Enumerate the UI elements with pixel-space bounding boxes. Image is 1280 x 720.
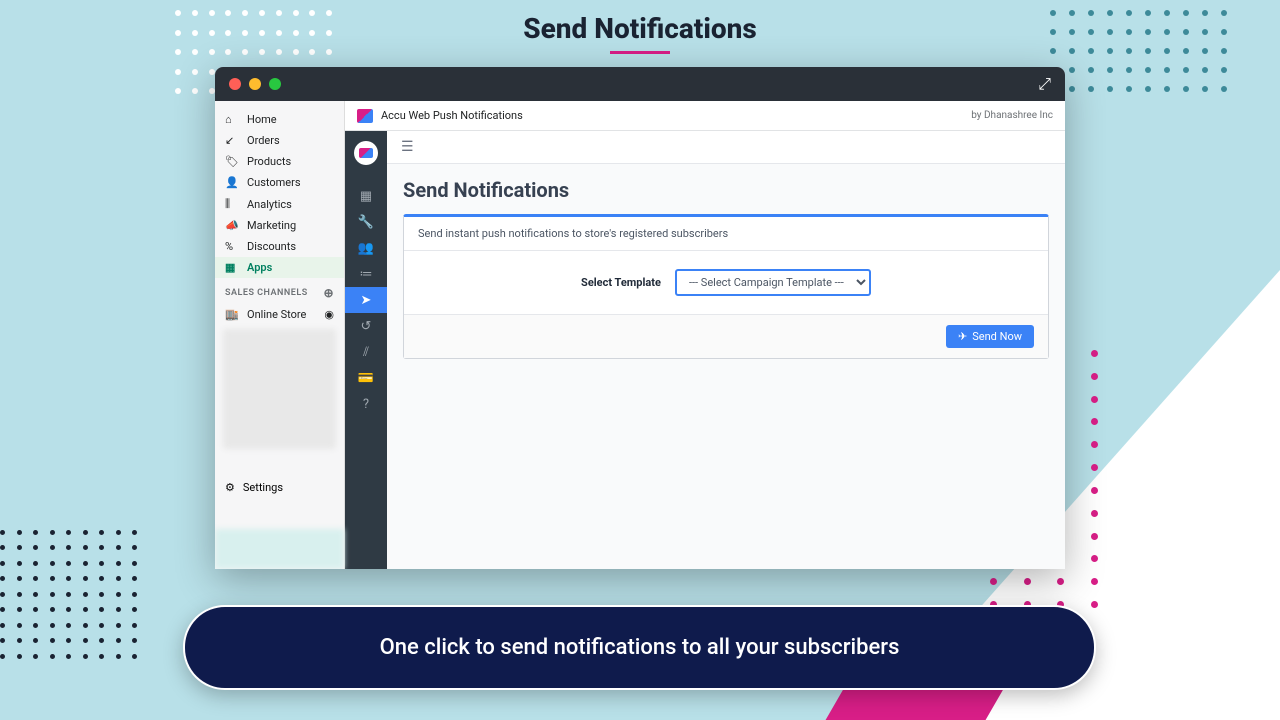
blurred-apps-list [223, 329, 336, 449]
window-close-button[interactable] [229, 78, 241, 90]
nav-orders[interactable]: ↙ Orders [215, 130, 344, 151]
content-pane: ☰ Send Notifications Send instant push n… [387, 131, 1065, 569]
notification-card: Send instant push notifications to store… [403, 214, 1049, 359]
sales-channels-header: SALES CHANNELS ⊕ [215, 278, 344, 304]
blurred-footer [215, 529, 344, 569]
nav-label: Home [247, 113, 277, 126]
sidebar-users-icon[interactable]: 👥 [345, 235, 387, 261]
sidebar-logo [354, 141, 378, 165]
nav-label: Products [247, 155, 291, 168]
window-titlebar: ⤢ [215, 67, 1065, 101]
sidebar-card-icon[interactable]: 💳 [345, 365, 387, 391]
expand-icon[interactable]: ⤢ [1038, 74, 1051, 94]
nav-marketing[interactable]: 📣 Marketing [215, 215, 344, 236]
gear-icon: ⚙ [225, 481, 235, 494]
app-header: Accu Web Push Notifications by Dhanashre… [345, 101, 1065, 131]
sidebar-history-icon[interactable]: ↺ [345, 313, 387, 339]
nav-discounts[interactable]: % Discounts [215, 236, 344, 257]
sidebar-dashboard-icon[interactable]: ▦ [345, 183, 387, 209]
nav-label: Discounts [247, 240, 296, 253]
paper-plane-icon: ✈ [958, 330, 967, 343]
nav-label: Settings [243, 481, 283, 494]
app-title: Accu Web Push Notifications [381, 109, 523, 122]
orders-icon: ↙ [225, 134, 239, 147]
card-description: Send instant push notifications to store… [404, 217, 1048, 251]
nav-home[interactable]: ⌂ Home [215, 109, 344, 130]
sidebar-list-icon[interactable]: ≔ [345, 261, 387, 287]
store-icon: 🏬 [225, 308, 239, 321]
hamburger-menu-button[interactable]: ☰ [387, 131, 1065, 164]
tag-icon: 🏷 [225, 155, 239, 168]
sidebar-wrench-icon[interactable]: 🔧 [345, 209, 387, 235]
window-minimize-button[interactable] [249, 78, 261, 90]
template-label: Select Template [581, 276, 661, 289]
grid-icon: ▦ [225, 261, 239, 274]
promo-banner: One click to send notifications to all y… [183, 605, 1096, 690]
shopify-sidebar: ⌂ Home ↙ Orders 🏷 Products 👤 Customers ⫼ Anal… [215, 101, 345, 569]
nav-analytics[interactable]: ⫼ Analytics [215, 193, 344, 215]
nav-label: Analytics [247, 198, 292, 211]
bars-icon: ⫼ [225, 197, 239, 211]
window-maximize-button[interactable] [269, 78, 281, 90]
main-area: Accu Web Push Notifications by Dhanashre… [345, 101, 1065, 569]
send-now-button[interactable]: ✈ Send Now [946, 325, 1034, 348]
hero-title: Send Notifications [0, 12, 1280, 54]
sidebar-help-icon[interactable]: ? [345, 391, 387, 417]
eye-icon[interactable]: ◉ [324, 308, 334, 321]
megaphone-icon: 📣 [225, 219, 239, 232]
template-select[interactable]: --- Select Campaign Template --- [675, 269, 871, 296]
add-channel-button[interactable]: ⊕ [323, 286, 334, 300]
nav-label: Orders [247, 134, 280, 147]
nav-products[interactable]: 🏷 Products [215, 151, 344, 172]
nav-online-store[interactable]: 🏬 Online Store ◉ [215, 304, 344, 325]
send-button-label: Send Now [972, 330, 1022, 343]
sales-channels-label: SALES CHANNELS [225, 288, 308, 298]
app-vendor: by Dhanashree Inc [971, 110, 1053, 121]
nav-customers[interactable]: 👤 Customers [215, 172, 344, 193]
percent-icon: % [225, 240, 239, 253]
nav-label: Apps [247, 261, 272, 274]
nav-label: Online Store [247, 308, 306, 321]
nav-label: Marketing [247, 219, 296, 232]
home-icon: ⌂ [225, 113, 239, 126]
sidebar-chart-icon[interactable]: ⫽ [345, 339, 387, 365]
decorative-dots-dark [0, 530, 140, 660]
app-logo-icon [357, 109, 373, 123]
icon-sidebar: ▦ 🔧 👥 ≔ ➤ ↺ ⫽ 💳 ? [345, 131, 387, 569]
page-title: Send Notifications [387, 164, 1065, 214]
nav-apps[interactable]: ▦ Apps [215, 257, 344, 278]
app-window: ⤢ ⌂ Home ↙ Orders 🏷 Products 👤 Customers ⫼ An… [215, 67, 1065, 569]
person-icon: 👤 [225, 176, 239, 189]
sidebar-send-icon[interactable]: ➤ [345, 287, 387, 313]
nav-label: Customers [247, 176, 301, 189]
nav-settings[interactable]: ⚙ Settings [215, 477, 344, 498]
banner-text: One click to send notifications to all y… [380, 635, 900, 660]
